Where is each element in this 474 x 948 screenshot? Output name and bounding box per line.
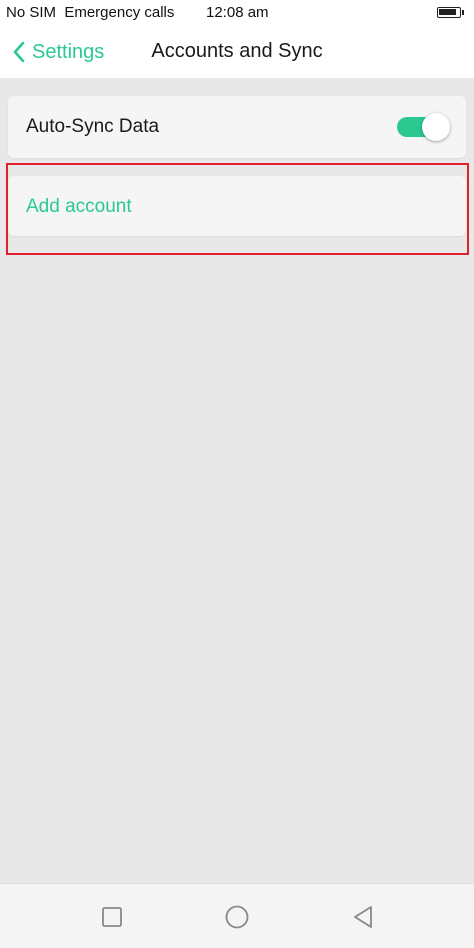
auto-sync-toggle[interactable] bbox=[397, 113, 450, 141]
recent-apps-button[interactable] bbox=[99, 904, 125, 930]
status-bar: No SIM Emergency calls 12:08 am bbox=[0, 0, 474, 26]
circle-icon bbox=[225, 905, 249, 929]
app-header: Settings Accounts and Sync bbox=[0, 26, 474, 78]
add-account-row[interactable]: Add account bbox=[8, 176, 466, 236]
triangle-back-icon bbox=[354, 906, 372, 928]
auto-sync-row[interactable]: Auto-Sync Data bbox=[8, 96, 466, 158]
nav-back-button[interactable] bbox=[350, 904, 376, 930]
add-account-label: Add account bbox=[26, 196, 132, 217]
home-button[interactable] bbox=[224, 904, 250, 930]
square-icon bbox=[102, 907, 122, 927]
toggle-knob bbox=[422, 113, 450, 141]
navigation-bar bbox=[0, 883, 474, 948]
page-title: Accounts and Sync bbox=[0, 40, 474, 63]
battery-icon bbox=[437, 7, 464, 18]
page-title-text: Accounts and Sync bbox=[151, 40, 323, 62]
clock: 12:08 am bbox=[206, 4, 269, 21]
auto-sync-label: Auto-Sync Data bbox=[26, 116, 160, 137]
carrier-status: No SIM Emergency calls bbox=[6, 4, 175, 21]
